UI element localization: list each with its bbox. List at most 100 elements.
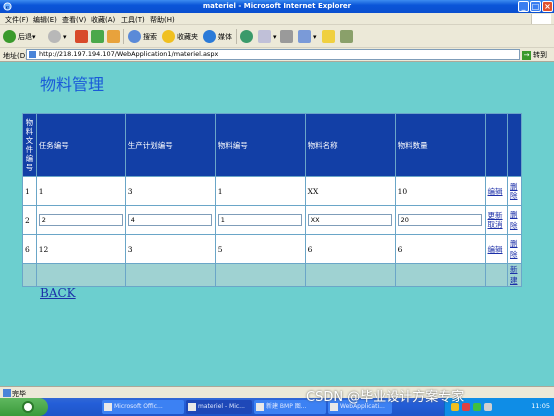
back-arrow-icon — [3, 30, 16, 43]
cell-plan-no: 3 — [124, 176, 216, 206]
cell-material-name: 6 — [304, 234, 396, 264]
menu-favorites[interactable]: 收藏(A) — [91, 15, 115, 25]
cell-plan-no: 3 — [124, 234, 216, 264]
edit-link[interactable]: 编辑 — [488, 187, 503, 196]
page-done-icon — [3, 389, 11, 397]
col-header-edit — [484, 113, 509, 177]
watermark: CSDN @毕业设计方案专家 — [306, 390, 465, 405]
table-row-editing: 2 更新 取消 删除 — [22, 205, 522, 235]
window-titlebar: e materiel - Microsoft Internet Explorer… — [0, 0, 554, 13]
page-title: 物料管理 — [40, 75, 105, 94]
materials-grid: 物 料 文 件 编 号 任务编号 生产计划编号 物料编号 物料名称 物料数量 1… — [22, 113, 522, 287]
messenger-button[interactable] — [340, 29, 355, 44]
cell-quantity: 10 — [394, 176, 486, 206]
forward-button[interactable]: ▾ — [48, 29, 67, 44]
col-header-material-no: 物料编号 — [214, 113, 306, 177]
menu-file[interactable]: 文件(F) — [5, 15, 29, 25]
minimize-button[interactable]: _ — [518, 1, 529, 12]
edit-link[interactable]: 编辑 — [488, 245, 503, 254]
word-icon — [104, 403, 112, 411]
refresh-button[interactable] — [91, 29, 106, 44]
table-row: 1 1 3 1 XX 10 编辑 删除 — [22, 176, 522, 206]
home-icon — [107, 30, 120, 43]
col-header-plan-no: 生产计划编号 — [124, 113, 216, 177]
close-button[interactable]: × — [542, 1, 553, 12]
cell-material-name: XX — [304, 176, 396, 206]
folder-icon — [322, 30, 335, 43]
material-no-input[interactable] — [217, 214, 302, 226]
start-button[interactable] — [0, 398, 48, 416]
toolbar: 后退 ▾ ▾ 搜索 收藏夹 媒体 ▾ ▾ — [0, 25, 554, 48]
delete-link[interactable]: 删除 — [510, 210, 518, 230]
messenger-icon — [340, 30, 353, 43]
cell-id: 6 — [22, 234, 37, 264]
table-row: 6 12 3 5 6 6 编辑 删除 — [22, 234, 522, 264]
window-title: materiel - Microsoft Internet Explorer — [202, 2, 352, 10]
maximize-button[interactable]: □ — [530, 1, 541, 12]
address-bar: 地址(D) http://218.197.194.107/WebApplicat… — [0, 48, 554, 62]
task-no-input[interactable] — [38, 214, 123, 226]
edit-icon — [298, 30, 311, 43]
delete-link[interactable]: 删除 — [510, 239, 518, 259]
favorites-button[interactable]: 收藏夹 — [162, 29, 198, 44]
plan-no-input[interactable] — [127, 214, 212, 226]
menu-view[interactable]: 查看(V) — [62, 15, 86, 25]
back-button[interactable]: 后退 ▾ — [3, 29, 36, 44]
discuss-button[interactable] — [322, 29, 337, 44]
start-orb-icon — [22, 401, 34, 413]
go-button[interactable]: → 转到 — [522, 50, 547, 60]
cancel-link[interactable]: 取消 — [488, 220, 505, 229]
page-icon — [29, 51, 36, 58]
update-link[interactable]: 更新 — [488, 211, 505, 220]
forward-arrow-icon — [48, 30, 61, 43]
material-name-input[interactable] — [307, 214, 392, 226]
back-link[interactable]: BACK — [40, 286, 76, 300]
history-icon — [240, 30, 253, 43]
col-header-material-name: 物料名称 — [304, 113, 396, 177]
clock: 11:05 — [531, 402, 550, 410]
media-button[interactable]: 媒体 — [203, 29, 232, 44]
cell-quantity: 6 — [394, 234, 486, 264]
address-input[interactable]: http://218.197.194.107/WebApplication1/m… — [26, 49, 520, 60]
menu-tools[interactable]: 工具(T) — [121, 15, 145, 25]
taskbar: Microsoft Offic... materiel - Mic... 新建 … — [0, 398, 554, 416]
tray-icon-3[interactable] — [473, 403, 481, 411]
cell-material-no: 5 — [214, 234, 306, 264]
search-icon — [128, 30, 141, 43]
media-icon — [203, 30, 216, 43]
go-arrow-icon: → — [522, 50, 531, 60]
history-button[interactable] — [240, 29, 255, 44]
menu-edit[interactable]: 编辑(E) — [33, 15, 57, 25]
home-button[interactable] — [107, 29, 122, 44]
cell-id: 2 — [22, 205, 37, 235]
stop-button[interactable] — [75, 29, 90, 44]
mail-button[interactable]: ▾ — [258, 29, 277, 44]
quantity-input[interactable] — [397, 214, 482, 226]
col-header-file-id: 物 料 文 件 编 号 — [22, 113, 37, 177]
taskbar-item-office[interactable]: Microsoft Offic... — [102, 400, 184, 414]
stop-icon — [75, 30, 88, 43]
grid-header-row: 物 料 文 件 编 号 任务编号 生产计划编号 物料编号 物料名称 物料数量 — [22, 113, 522, 177]
delete-link[interactable]: 删除 — [510, 182, 519, 200]
mail-icon — [258, 30, 271, 43]
search-button[interactable]: 搜索 — [128, 29, 157, 44]
paint-icon — [256, 403, 264, 411]
grid-footer-row: 新建 — [22, 263, 522, 287]
cell-id: 1 — [22, 176, 37, 206]
new-link[interactable]: 新建 — [510, 265, 518, 285]
address-label: 地址(D) — [3, 52, 28, 60]
ie-icon — [188, 403, 196, 411]
refresh-icon — [91, 30, 104, 43]
tray-icon-4[interactable] — [484, 403, 492, 411]
cell-task-no: 1 — [35, 176, 126, 206]
print-icon — [280, 30, 293, 43]
col-header-quantity: 物料数量 — [394, 113, 486, 177]
menu-help[interactable]: 帮助(H) — [150, 15, 175, 25]
print-button[interactable] — [280, 29, 295, 44]
cell-material-no: 1 — [214, 176, 306, 206]
col-header-delete — [507, 113, 522, 177]
edit-page-button[interactable]: ▾ — [298, 29, 317, 44]
page-content: 物料管理 物 料 文 件 编 号 任务编号 生产计划编号 物料编号 物料名称 物… — [0, 62, 554, 386]
cell-task-no: 12 — [35, 234, 126, 264]
taskbar-item-ie[interactable]: materiel - Mic... — [186, 400, 252, 414]
